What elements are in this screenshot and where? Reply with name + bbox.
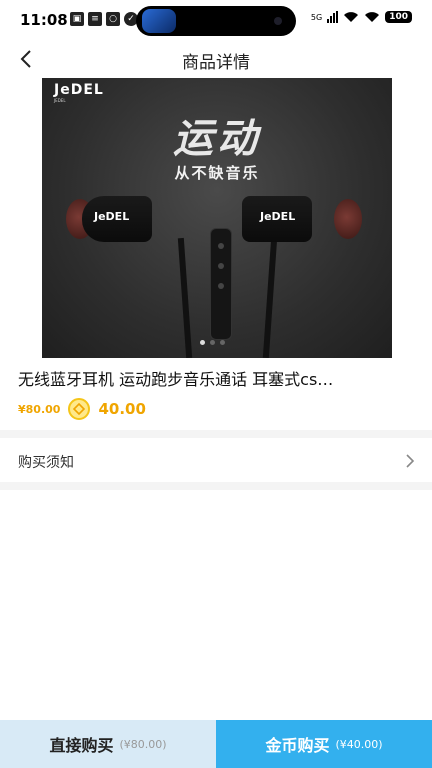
image-headline: 运动 bbox=[173, 116, 261, 162]
product-title: 无线蓝牙耳机 运动跑步音乐通话 耳塞式cs… bbox=[18, 370, 334, 389]
image-subline: 从不缺音乐 bbox=[174, 164, 260, 182]
product-image-carousel[interactable]: JeDEL JEDEL 运动 从不缺音乐 JeDEL JeDEL bbox=[42, 78, 392, 358]
inline-remote bbox=[210, 228, 232, 340]
page-title: 商品详情 bbox=[182, 53, 250, 73]
status-time: 11:08 bbox=[20, 11, 68, 29]
network-label: 5G bbox=[310, 12, 323, 22]
status-right: 5G 100 bbox=[311, 11, 412, 23]
wifi-icon bbox=[344, 12, 359, 22]
buy-with-coins-label: 金币购买 bbox=[265, 736, 330, 755]
cable bbox=[177, 237, 193, 358]
buy-with-coins-button[interactable]: 金币购买 (¥40.00) bbox=[216, 720, 432, 768]
buy-direct-price: (¥80.00) bbox=[119, 737, 167, 751]
image-brand-logo: JeDEL JEDEL bbox=[54, 82, 104, 103]
nav-bar: 商品详情 bbox=[0, 40, 432, 78]
purchase-notice-label: 购买须知 bbox=[18, 455, 74, 471]
section-divider bbox=[0, 430, 432, 438]
carousel-dot bbox=[200, 340, 205, 345]
carousel-dot bbox=[220, 340, 225, 345]
dynamic-island bbox=[136, 6, 296, 36]
carousel-dots bbox=[200, 340, 225, 345]
sim-icon: ▣ bbox=[70, 12, 84, 26]
earbud-right: JeDEL bbox=[242, 196, 312, 242]
carousel-dot bbox=[210, 340, 215, 345]
chevron-right-icon bbox=[406, 454, 415, 468]
bottom-action-bar: 直接购买 (¥80.00) 金币购买 (¥40.00) bbox=[0, 720, 432, 768]
earbud-left: JeDEL bbox=[82, 196, 152, 242]
island-app-icon bbox=[142, 9, 176, 33]
cable bbox=[262, 237, 278, 358]
buy-with-coins-price: (¥40.00) bbox=[335, 737, 383, 751]
status-bar: 11:08 ▣ ≡ ○ ✓ 5G 100 bbox=[0, 0, 432, 40]
buy-direct-button[interactable]: 直接购买 (¥80.00) bbox=[0, 720, 216, 768]
camera-dot bbox=[274, 17, 282, 25]
coin-icon bbox=[68, 398, 91, 420]
battery-icon: 100 bbox=[385, 11, 412, 23]
section-divider bbox=[0, 482, 432, 490]
price-original: ¥80.00 bbox=[18, 402, 61, 416]
message-icon: ≡ bbox=[88, 12, 102, 26]
wifi-icon-secondary bbox=[365, 12, 380, 22]
app-icon: ○ bbox=[106, 12, 120, 26]
price-row: ¥80.00 40.00 bbox=[18, 398, 146, 420]
eartip-right bbox=[334, 199, 362, 239]
buy-direct-label: 直接购买 bbox=[49, 736, 114, 755]
signal-icon bbox=[327, 11, 339, 23]
price-coins: 40.00 bbox=[98, 400, 146, 418]
notification-icons: ▣ ≡ ○ ✓ bbox=[70, 12, 138, 26]
purchase-notice-row[interactable]: 购买须知 bbox=[0, 440, 432, 482]
